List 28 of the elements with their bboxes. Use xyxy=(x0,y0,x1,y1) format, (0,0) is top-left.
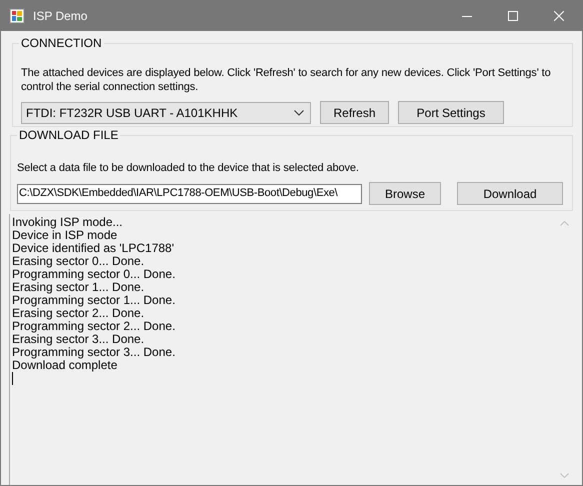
description-text: The attached devices are displayed below. Click 'Refresh' to search for any new devices. Click 'Port Settings' to control the serial connection settings. xyxy=(21,66,552,94)
log-line: Erasing sector 2... Done. xyxy=(12,307,146,320)
text-cursor xyxy=(12,372,13,385)
log-line: Invoking ISP mode... xyxy=(12,216,124,229)
log-line: Download complete xyxy=(12,359,118,372)
file-path-field[interactable]: C:\DZX\SDK\Embedded\IAR\LPC1788-OEM\USB-Boot\Debug\Exe\ xyxy=(17,184,362,204)
app-icon xyxy=(9,8,25,24)
log-line: Programming sector 0... Done. xyxy=(12,268,176,281)
log-line: Programming sector 1... Done. xyxy=(12,294,176,307)
browse-button[interactable]: Browse xyxy=(369,182,441,205)
log-line: Erasing sector 1... Done. xyxy=(12,281,146,294)
port-settings-button[interactable]: Port Settings xyxy=(398,101,504,124)
log-line: Device in ISP mode xyxy=(12,229,118,242)
description-text: Select a data file to be downloaded to the device that is selected above. xyxy=(17,161,360,175)
refresh-button[interactable]: Refresh xyxy=(320,101,389,124)
group-title: CONNECTION xyxy=(19,36,104,50)
download-button[interactable]: Download xyxy=(457,182,563,205)
close-icon[interactable] xyxy=(554,11,564,21)
log-line: Erasing sector 3... Done. xyxy=(12,333,146,346)
group-title: DOWNLOAD FILE xyxy=(17,128,120,142)
log-line: Erasing sector 0... Done. xyxy=(12,255,146,268)
window-title: ISP Demo xyxy=(33,9,88,23)
log-line: Programming sector 2... Done. xyxy=(12,320,176,333)
log-line: Programming sector 3... Done. xyxy=(12,346,176,359)
maximize-icon[interactable] xyxy=(508,11,518,21)
device-dropdown[interactable]: FTDI: FT232R USB UART - A101KHHK xyxy=(21,102,311,124)
log-line: Device identified as 'LPC1788' xyxy=(12,242,176,255)
chevron-down-icon xyxy=(294,110,304,116)
